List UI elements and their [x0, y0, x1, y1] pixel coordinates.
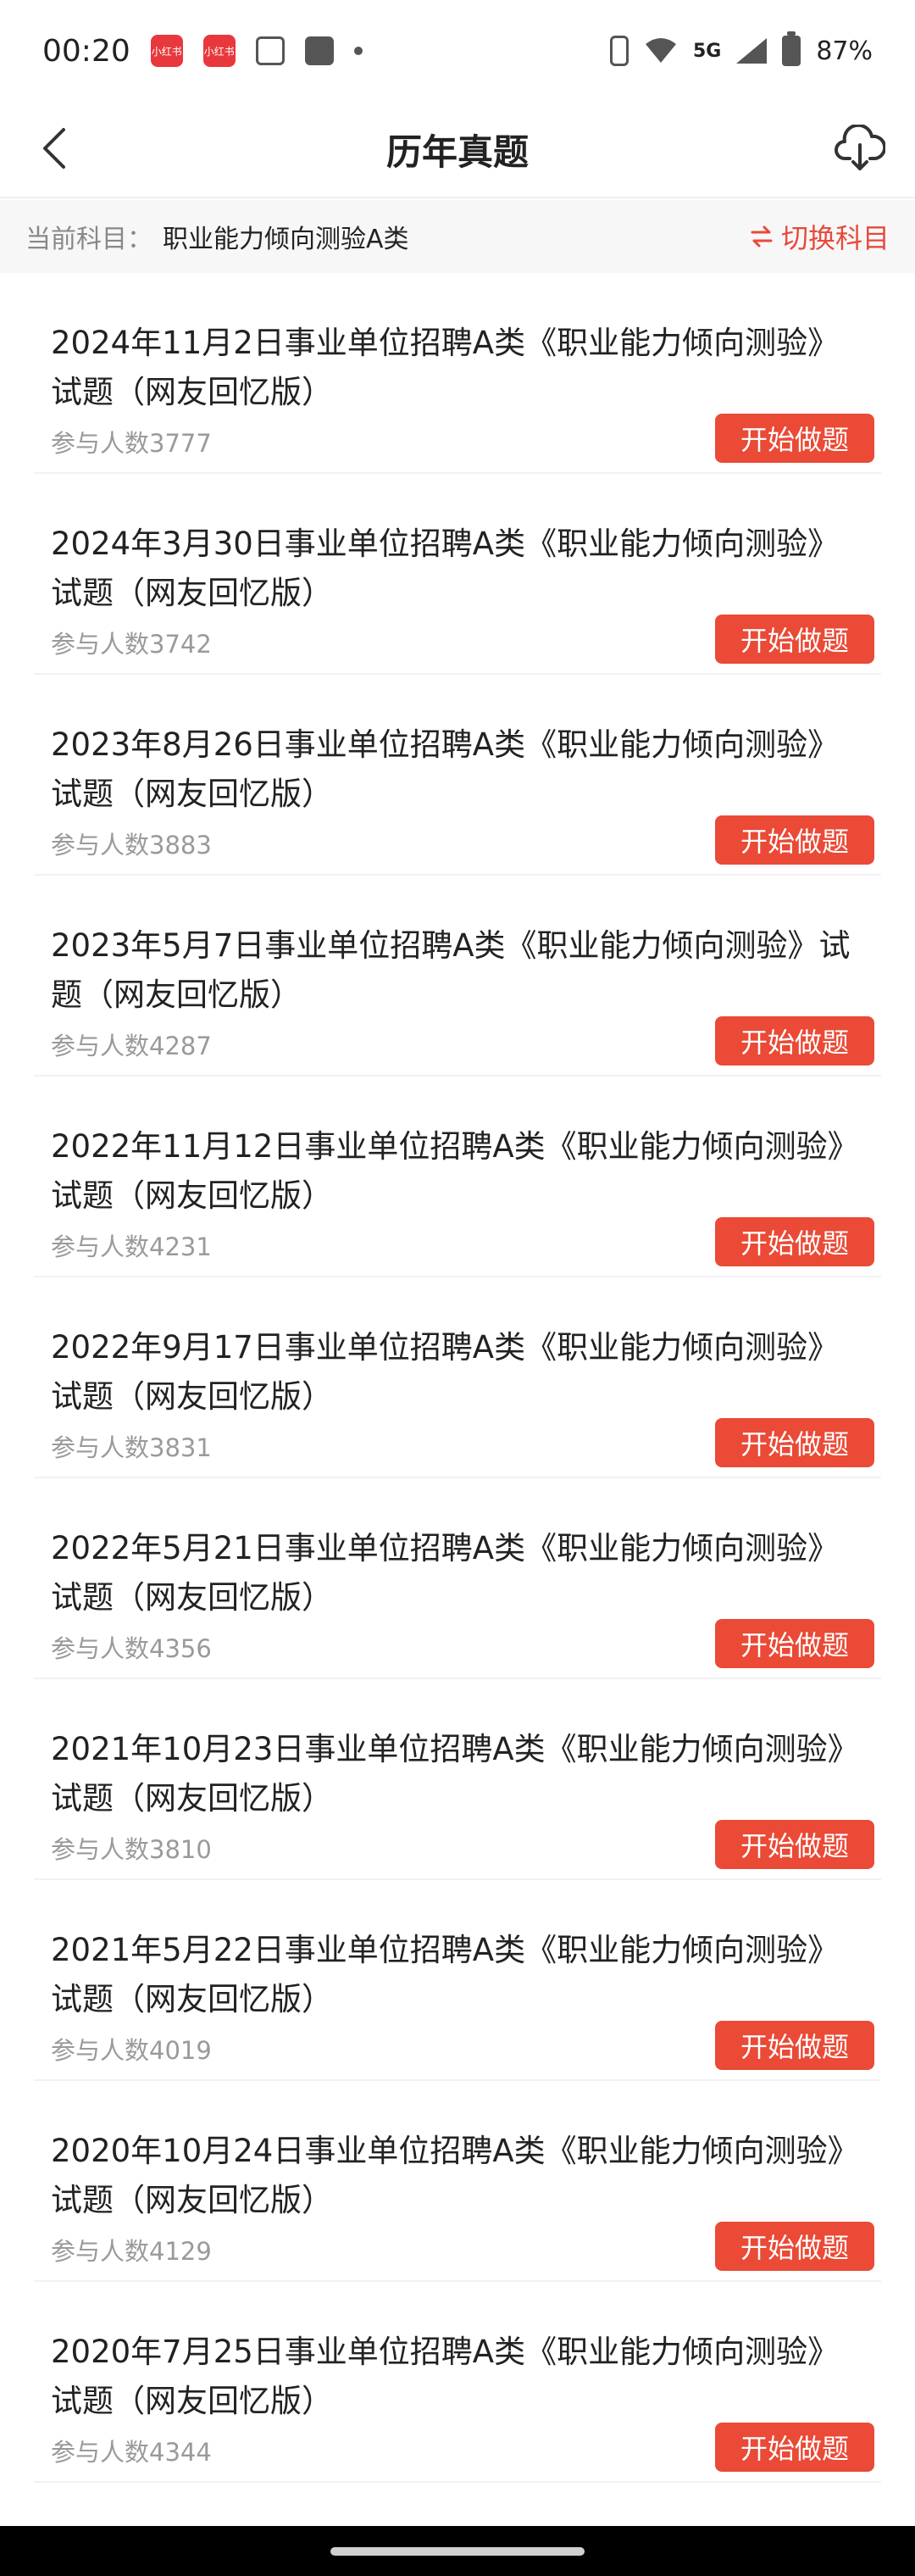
list-item: 2020年7月25日事业单位招聘A类《职业能力倾向测验》试题（网友回忆版） 参与…	[34, 2282, 881, 2483]
subject-bar: 当前科目： 职业能力倾向测验A类 切换科目	[0, 200, 915, 273]
current-subject: 当前科目： 职业能力倾向测验A类	[25, 218, 409, 255]
start-practice-button[interactable]: 开始做题	[715, 2021, 874, 2070]
exam-title[interactable]: 2021年10月23日事业单位招聘A类《职业能力倾向测验》试题（网友回忆版）	[51, 1725, 864, 1823]
vibrate-icon	[609, 36, 629, 66]
mail-notification-icon	[304, 36, 334, 65]
list-item: 2022年9月17日事业单位招聘A类《职业能力倾向测验》试题（网友回忆版） 参与…	[34, 1277, 881, 1478]
status-right: 5G 87%	[609, 31, 873, 66]
participant-count: 参与人数4019	[51, 2036, 212, 2065]
participant-count: 参与人数4344	[51, 2438, 212, 2467]
gesture-navigation-bar	[0, 2526, 915, 2576]
start-practice-button[interactable]: 开始做题	[715, 2222, 874, 2271]
participant-count: 参与人数4231	[51, 1232, 212, 1261]
chevron-left-icon	[43, 128, 65, 169]
status-left: 00:20 小红书 小红书	[42, 34, 363, 69]
start-practice-button[interactable]: 开始做题	[715, 1217, 874, 1266]
status-time: 00:20	[42, 33, 130, 69]
participant-count: 参与人数3831	[51, 1433, 212, 1462]
download-button[interactable]	[829, 117, 891, 180]
header: 历年真题	[0, 102, 915, 198]
exam-title[interactable]: 2024年3月30日事业单位招聘A类《职业能力倾向测验》试题（网友回忆版）	[51, 520, 864, 618]
more-notifications-dot-icon	[353, 47, 363, 55]
start-practice-button[interactable]: 开始做题	[715, 1016, 874, 1065]
status-bar: 00:20 小红书 小红书 5G 87%	[0, 0, 915, 102]
start-practice-button[interactable]: 开始做题	[715, 1418, 874, 1467]
switch-subject-button[interactable]: 切换科目	[749, 217, 890, 256]
xiaohongshu-notification-icon: 小红书	[150, 35, 183, 67]
list-item: 2024年11月2日事业单位招聘A类《职业能力倾向测验》试题（网友回忆版） 参与…	[34, 273, 881, 474]
swap-arrows-icon	[751, 225, 773, 248]
exam-title[interactable]: 2022年9月17日事业单位招聘A类《职业能力倾向测验》试题（网友回忆版）	[51, 1323, 864, 1422]
network-type: 5G	[692, 40, 722, 62]
phone-notification-icon	[255, 36, 285, 65]
list-item: 2024年3月30日事业单位招聘A类《职业能力倾向测验》试题（网友回忆版） 参与…	[34, 474, 881, 675]
list-item: 2022年11月12日事业单位招聘A类《职业能力倾向测验》试题（网友回忆版） 参…	[34, 1077, 881, 1277]
current-subject-value: 职业能力倾向测验A类	[163, 225, 409, 254]
page: 00:20 小红书 小红书 5G 87% 历年真题 当前科目： 职业能力倾向测验…	[0, 0, 915, 2576]
wifi-icon	[645, 38, 676, 63]
start-practice-button[interactable]: 开始做题	[715, 815, 874, 865]
battery-percentage: 87%	[816, 36, 873, 66]
cell-signal-icon	[736, 38, 768, 64]
start-practice-button[interactable]: 开始做题	[715, 1619, 874, 1668]
list-item: 2023年8月26日事业单位招聘A类《职业能力倾向测验》试题（网友回忆版） 参与…	[34, 675, 881, 876]
exam-list: 2024年11月2日事业单位招聘A类《职业能力倾向测验》试题（网友回忆版） 参与…	[0, 273, 915, 2483]
page-title: 历年真题	[385, 131, 529, 173]
back-button[interactable]	[25, 119, 85, 178]
participant-count: 参与人数3742	[51, 630, 212, 659]
exam-title[interactable]: 2020年7月25日事业单位招聘A类《职业能力倾向测验》试题（网友回忆版）	[51, 2328, 864, 2426]
start-practice-button[interactable]: 开始做题	[715, 2423, 874, 2472]
exam-title[interactable]: 2022年11月12日事业单位招聘A类《职业能力倾向测验》试题（网友回忆版）	[51, 1122, 864, 1221]
participant-count: 参与人数4287	[51, 1032, 212, 1060]
exam-title[interactable]: 2022年5月21日事业单位招聘A类《职业能力倾向测验》试题（网友回忆版）	[51, 1524, 864, 1622]
participant-count: 参与人数3810	[51, 1835, 212, 1864]
exam-title[interactable]: 2024年11月2日事业单位招聘A类《职业能力倾向测验》试题（网友回忆版）	[51, 319, 864, 417]
exam-title[interactable]: 2021年5月22日事业单位招聘A类《职业能力倾向测验》试题（网友回忆版）	[51, 1926, 864, 2024]
list-item: 2021年5月22日事业单位招聘A类《职业能力倾向测验》试题（网友回忆版） 参与…	[34, 1880, 881, 2081]
home-indicator[interactable]	[330, 2547, 585, 2556]
participant-count: 参与人数3883	[51, 831, 212, 860]
list-item: 2021年10月23日事业单位招聘A类《职业能力倾向测验》试题（网友回忆版） 参…	[34, 1679, 881, 1880]
exam-title[interactable]: 2023年8月26日事业单位招聘A类《职业能力倾向测验》试题（网友回忆版）	[51, 721, 864, 819]
xiaohongshu-notification-icon-2: 小红书	[202, 35, 236, 67]
current-subject-label: 当前科目：	[25, 225, 152, 254]
start-practice-button[interactable]: 开始做题	[715, 615, 874, 664]
participant-count: 参与人数3777	[51, 429, 212, 458]
start-practice-button[interactable]: 开始做题	[715, 1820, 874, 1869]
battery-icon	[782, 31, 801, 66]
participant-count: 参与人数4129	[51, 2237, 212, 2266]
list-item: 2022年5月21日事业单位招聘A类《职业能力倾向测验》试题（网友回忆版） 参与…	[34, 1478, 881, 1679]
list-item: 2020年10月24日事业单位招聘A类《职业能力倾向测验》试题（网友回忆版） 参…	[34, 2081, 881, 2282]
exam-title[interactable]: 2020年10月24日事业单位招聘A类《职业能力倾向测验》试题（网友回忆版）	[51, 2127, 864, 2225]
list-item: 2023年5月7日事业单位招聘A类《职业能力倾向测验》试题（网友回忆版） 参与人…	[34, 876, 881, 1077]
exam-title[interactable]: 2023年5月7日事业单位招聘A类《职业能力倾向测验》试题（网友回忆版）	[51, 921, 864, 1020]
cloud-download-icon	[835, 125, 885, 170]
switch-subject-label: 切换科目	[780, 222, 890, 254]
participant-count: 参与人数4356	[51, 1634, 212, 1663]
start-practice-button[interactable]: 开始做题	[715, 414, 874, 463]
